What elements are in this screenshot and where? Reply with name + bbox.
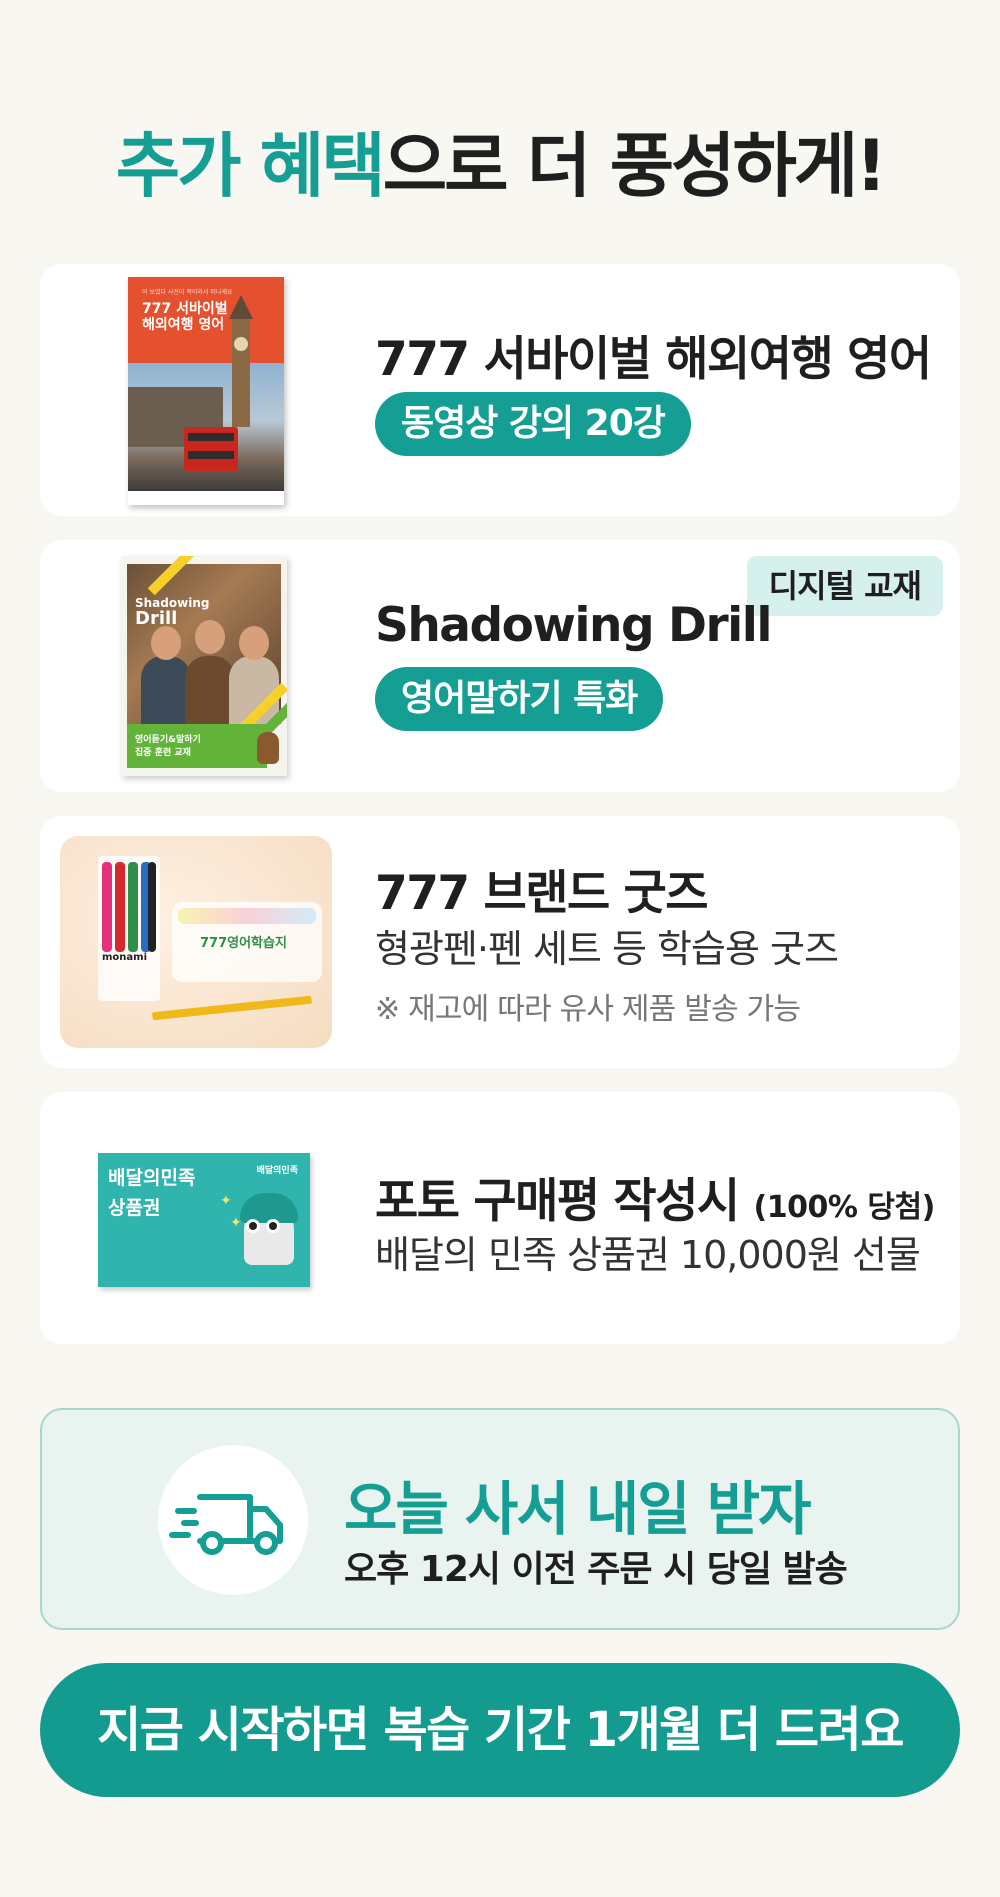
benefit-title: 777 서바이벌 해외여행 영어: [375, 332, 932, 387]
sparkle-icon: ✦: [220, 1193, 232, 1209]
benefit-title: 777 브랜드 굿즈: [375, 866, 709, 921]
voucher-image: 배달의민족 상품권 배달의민족 ✦ ✦: [98, 1153, 310, 1287]
benefit-card-shadowing-drill: Shadowing Drill 영어듣기&말하기 집중 훈련 교재 디지털 교재…: [40, 540, 960, 792]
voucher-title: 배달의민족 상품권: [108, 1167, 196, 1219]
cover-title: 777 서바이벌 해외여행 영어: [142, 301, 228, 333]
benefit-card-travel-english: 이 보였다 사진이 쪽이라서 떠나세요 777 서바이벌 해외여행 영어 777…: [40, 264, 960, 516]
cover-title: Shadowing Drill: [135, 596, 210, 629]
benefit-card-brand-goods: monami 777영어학습지 777 브랜드 굿즈 형광펜·펜 세트 등 학습…: [40, 816, 960, 1068]
delivery-title: 오늘 사서 내일 받자: [344, 1475, 811, 1543]
benefit-pill: 영어말하기 특화: [375, 667, 664, 731]
digital-textbook-tag: 디지털 교재: [746, 556, 943, 616]
book-cover-image: Shadowing Drill 영어듣기&말하기 집중 훈련 교재: [121, 556, 287, 776]
delivery-subtitle: 오후 12시 이전 주문 시 당일 발송: [344, 1549, 848, 1590]
book-cover-image: 이 보였다 사진이 쪽이라서 떠나세요 777 서바이벌 해외여행 영어: [128, 277, 284, 505]
benefit-subtitle: 형광펜·펜 세트 등 학습용 굿즈: [375, 927, 839, 971]
benefit-title: Shadowing Drill: [375, 598, 772, 653]
owl-mascot-icon: [257, 732, 279, 764]
start-now-cta-button[interactable]: 지금 시작하면 복습 기간 1개월 더 드려요: [40, 1663, 960, 1797]
pen-brand-label: monami: [102, 952, 148, 963]
sparkle-icon: ✦: [230, 1215, 242, 1231]
title-accent: 추가 혜택: [115, 125, 386, 207]
benefit-subtitle: 배달의 민족 상품권 10,000원 선물: [375, 1233, 921, 1277]
benefit-card-photo-review: 배달의민족 상품권 배달의민족 ✦ ✦ 포토 구매평 작성시 (100% 당첨)…: [40, 1092, 960, 1344]
benefit-title: 포토 구매평 작성시 (100% 당첨): [375, 1174, 936, 1229]
goods-photo: monami 777영어학습지: [60, 836, 332, 1048]
page-title: 추가 혜택으로 더 풍성하게!: [0, 118, 1000, 214]
voucher-brand: 배달의민족: [256, 1166, 298, 1176]
benefit-note: ※ 재고에 따라 유사 제품 발송 가능: [375, 992, 801, 1027]
title-badge: (100% 당첨): [753, 1190, 936, 1225]
benefit-pill: 동영상 강의 20강: [375, 392, 691, 456]
title-rest: 으로 더 풍성하게!: [382, 125, 887, 207]
cover-subtitle: 영어듣기&말하기 집중 훈련 교재: [135, 735, 201, 758]
case-label: 777영어학습지: [200, 936, 287, 951]
cover-tagline: 이 보였다 사진이 쪽이라서 떠나세요: [142, 289, 233, 296]
delivery-banner: 오늘 사서 내일 받자 오후 12시 이전 주문 시 당일 발송: [40, 1408, 960, 1630]
pencil-icon: [152, 995, 312, 1021]
delivery-truck-icon: [158, 1445, 308, 1595]
